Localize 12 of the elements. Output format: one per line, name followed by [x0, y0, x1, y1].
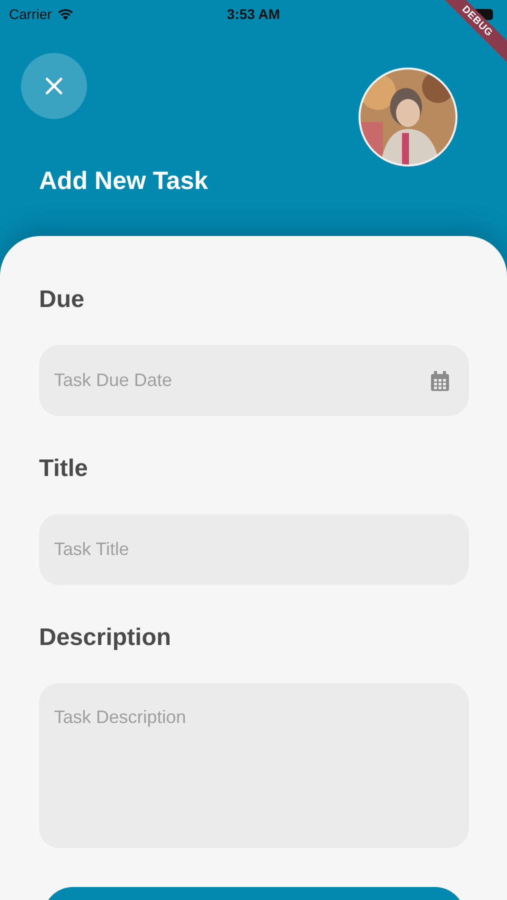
date-field[interactable]: Task Due Date: [39, 345, 469, 416]
field-label: Due: [39, 286, 86, 314]
carrier-label: Carrier: [9, 6, 52, 22]
status-time: 3:53 AM: [226, 6, 280, 22]
description-field[interactable]: Task Description: [39, 683, 469, 848]
calendar-icon: [431, 371, 449, 391]
field-label: Description: [39, 624, 172, 652]
page-title: Add New Task: [39, 167, 208, 196]
wifi-icon: [56, 8, 74, 20]
close-icon: [45, 77, 63, 95]
field-label: Title: [39, 455, 89, 483]
title-field[interactable]: Task Title: [39, 514, 469, 585]
